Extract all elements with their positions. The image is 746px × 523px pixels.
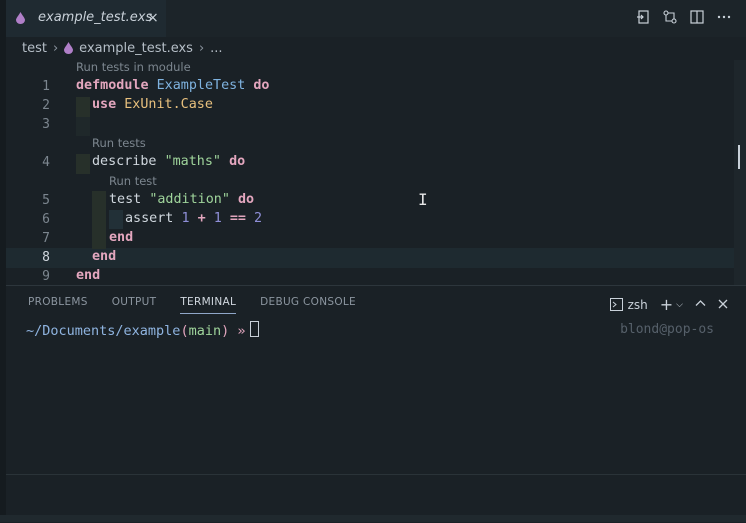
- tab-output[interactable]: OUTPUT: [112, 296, 157, 314]
- code-line: use ExUnit.Case: [92, 97, 213, 112]
- code-editor[interactable]: Run tests in module Run tests Run test 1…: [6, 60, 746, 285]
- code-line: defmodule ExampleTest do: [76, 78, 270, 93]
- tab-problems[interactable]: PROBLEMS: [28, 296, 88, 314]
- prompt-arrow: »: [237, 323, 246, 339]
- code-line: assert 1 + 1 == 2: [125, 211, 263, 226]
- tab-debug-console[interactable]: DEBUG CONSOLE: [260, 296, 356, 314]
- elixir-drop-icon: [16, 12, 25, 24]
- status-bar: [0, 515, 746, 522]
- code-line: end: [76, 268, 101, 283]
- line-number: 9: [42, 269, 50, 284]
- line-number: 3: [42, 117, 50, 132]
- line-number: 2: [42, 98, 50, 113]
- chevron-right-icon: ›: [198, 40, 205, 56]
- breadcrumb-file[interactable]: example_test.exs: [79, 41, 193, 56]
- codelens-run-tests[interactable]: Run tests: [92, 136, 146, 150]
- indent-guide: [76, 97, 90, 117]
- bottom-panel: PROBLEMS OUTPUT TERMINAL DEBUG CONSOLE z…: [6, 285, 746, 523]
- prompt-host: blond@pop-os: [620, 322, 714, 337]
- tab-filename: example_test.exs: [38, 10, 153, 25]
- line-number: 7: [42, 231, 50, 246]
- chevron-right-icon: ›: [52, 40, 59, 56]
- text-cursor-icon: I: [418, 190, 428, 209]
- codelens-run-module[interactable]: Run tests in module: [76, 60, 191, 74]
- breadcrumb: test › example_test.exs › ...: [22, 39, 223, 57]
- codelens-run-test[interactable]: Run test: [109, 174, 157, 188]
- editor-actions: [635, 9, 732, 25]
- split-editor-icon[interactable]: [689, 9, 705, 25]
- indent-guide: [76, 154, 90, 174]
- editor-scrollbar[interactable]: [734, 60, 746, 285]
- code-line: end: [92, 249, 117, 264]
- editor-tab-bar: example_test.exs ×: [6, 0, 746, 37]
- elixir-drop-icon: [64, 42, 74, 54]
- paren-close: ): [221, 323, 230, 339]
- terminal-shell-selector[interactable]: zsh: [609, 297, 648, 312]
- open-preview-icon[interactable]: [635, 9, 651, 25]
- tab-terminal[interactable]: TERMINAL: [180, 296, 237, 314]
- panel-actions: zsh + ⌵: [609, 295, 728, 314]
- breadcrumb-more[interactable]: ...: [210, 41, 222, 56]
- chevron-down-icon: ⌵: [676, 299, 683, 310]
- indent-guide: [109, 210, 123, 229]
- line-number: 1: [42, 79, 50, 94]
- indent-guide: [92, 191, 106, 249]
- plus-icon: +: [659, 295, 674, 314]
- source-control-compare-icon[interactable]: [662, 9, 678, 25]
- close-icon[interactable]: ×: [147, 10, 159, 26]
- breadcrumb-folder[interactable]: test: [22, 41, 47, 56]
- terminal-prompt[interactable]: ~/Documents/example(main) »: [26, 321, 259, 339]
- panel-tabs: PROBLEMS OUTPUT TERMINAL DEBUG CONSOLE: [28, 296, 356, 314]
- paren-open: (: [180, 323, 189, 339]
- more-actions-icon[interactable]: [716, 9, 732, 25]
- line-number: 6: [42, 212, 50, 227]
- scrollbar-thumb[interactable]: [738, 145, 746, 169]
- close-icon[interactable]: [718, 298, 728, 312]
- prompt-path: ~/Documents/example: [26, 323, 181, 339]
- terminal-icon: [609, 298, 623, 311]
- code-line: describe "maths" do: [92, 154, 246, 169]
- new-terminal-button[interactable]: + ⌵: [660, 295, 683, 314]
- prompt-branch: main: [188, 323, 222, 339]
- terminal-cursor: [249, 321, 259, 337]
- shell-name: zsh: [627, 297, 648, 312]
- indent-guide: [76, 117, 90, 136]
- line-number: 8: [42, 250, 50, 265]
- editor-tab[interactable]: example_test.exs ×: [6, 0, 166, 37]
- line-number: 4: [42, 155, 50, 170]
- chevron-up-icon[interactable]: [695, 298, 706, 312]
- code-line: end: [109, 230, 134, 245]
- code-line: test "addition" do: [109, 192, 255, 207]
- divider: [6, 474, 746, 475]
- line-number: 5: [42, 193, 50, 208]
